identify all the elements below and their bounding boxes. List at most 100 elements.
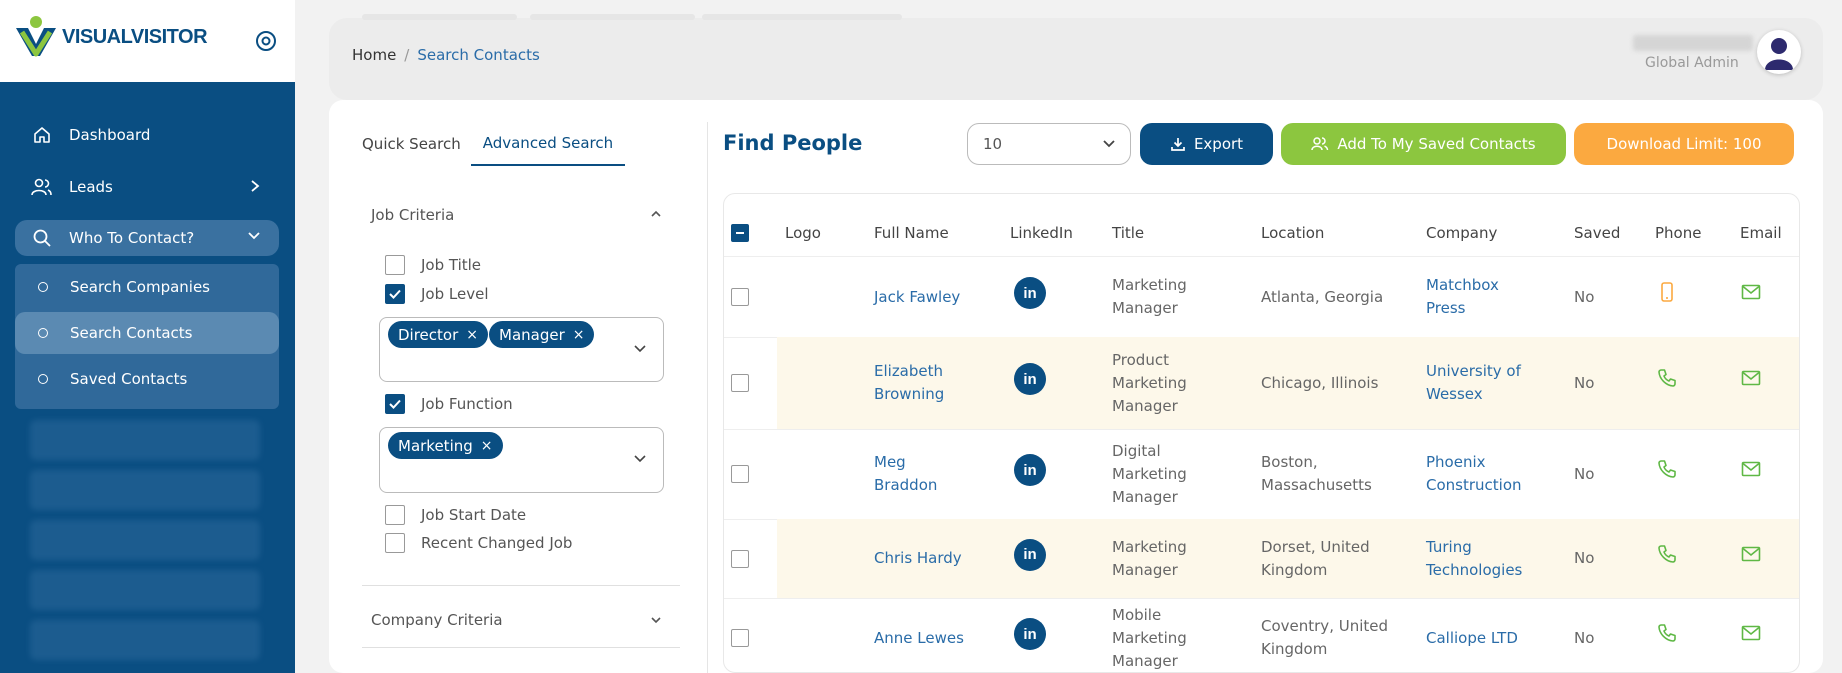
phone-icon[interactable] [1656,622,1678,644]
phone-icon[interactable] [1656,458,1678,480]
email-icon[interactable] [1740,543,1762,565]
logo[interactable]: VISUALVISITOR [14,14,208,60]
page-size-select[interactable]: 10 [967,123,1131,165]
company-link[interactable]: Matchbox Press [1426,274,1499,320]
column-header-company[interactable]: Company [1426,224,1497,242]
remove-tag-icon[interactable]: × [466,327,478,343]
linkedin-icon[interactable]: in [1014,618,1046,650]
full-name-link[interactable]: Jack Fawley [874,286,960,309]
blurred-nav-item[interactable] [30,420,260,460]
column-header-linkedin[interactable]: LinkedIn [1010,224,1073,242]
remove-tag-icon[interactable]: × [481,438,493,454]
job-function-checkbox[interactable] [385,394,405,414]
email-icon[interactable] [1740,622,1762,644]
submenu-item-search-contacts[interactable]: Search Contacts [15,312,279,354]
location-cell: Chicago, Illinois [1261,373,1379,392]
sidebar-item-dashboard[interactable]: Dashboard [15,117,279,153]
column-header-title[interactable]: Title [1112,224,1144,242]
row-checkbox[interactable] [731,629,749,647]
linkedin-icon[interactable]: in [1014,538,1046,571]
avatar[interactable] [1757,30,1801,74]
email-icon[interactable] [1740,367,1762,389]
tab-quick-search[interactable]: Quick Search [352,122,471,166]
company-link[interactable]: University of Wessex [1426,360,1521,406]
bullet-icon [38,374,48,384]
collapse-sidebar-icon[interactable] [253,28,279,54]
recent-changed-job-option[interactable]: Recent Changed Job [385,533,572,553]
row-checkbox[interactable] [731,549,749,568]
saved-cell: No [1574,464,1595,483]
full-name-link[interactable]: Elizabeth Browning [874,360,944,406]
job-title-label: Job Title [421,256,482,274]
job-start-date-option[interactable]: Job Start Date [385,505,526,525]
tab-advanced-search[interactable]: Advanced Search [470,122,626,166]
export-button[interactable]: Export [1140,123,1273,165]
email-icon[interactable] [1740,281,1762,303]
download-limit-button[interactable]: Download Limit: 100 [1574,123,1794,165]
job-level-checkbox[interactable] [385,284,405,304]
job-function-option[interactable]: Job Function [385,394,513,414]
company-link[interactable]: Calliope LTD [1426,627,1518,650]
phone-icon[interactable] [1656,367,1678,389]
company-link[interactable]: Phoenix Construction [1426,451,1522,497]
row-checkbox[interactable] [731,374,749,392]
blurred-nav-item[interactable] [30,520,260,560]
row-checkbox[interactable] [731,465,749,483]
submenu-item-search-companies[interactable]: Search Companies [15,266,279,308]
sidebar-item-leads[interactable]: Leads [15,169,279,205]
add-to-saved-contacts-button[interactable]: Add To My Saved Contacts [1281,123,1566,165]
chevron-down-icon[interactable] [633,344,647,354]
company-criteria-header[interactable]: Company Criteria [371,611,503,629]
column-header-email[interactable]: Email [1740,224,1782,242]
row-checkbox[interactable] [731,288,749,306]
chevron-right-icon [251,180,260,192]
saved-cell: No [1574,287,1595,306]
mobile-phone-icon[interactable] [1656,281,1678,303]
full-name-link[interactable]: Anne Lewes [874,627,964,650]
column-header-saved[interactable]: Saved [1574,224,1620,242]
linkedin-icon[interactable]: in [1014,454,1046,486]
sidebar-item-who-to-contact[interactable]: Who To Contact? [15,220,279,256]
search-icon [31,227,53,249]
column-header-logo[interactable]: Logo [785,224,821,242]
sidebar-item-label: Leads [69,178,113,196]
divider [362,647,680,648]
table-row: Chris Hardy in Marketing Manager Dorset, Uni… [724,519,1799,598]
logo-text-part2: VISITOR [130,25,208,48]
chevron-down-icon[interactable] [650,615,662,625]
remove-tag-icon[interactable]: × [573,327,585,343]
company-link[interactable]: Turing Technologies [1426,536,1522,582]
linkedin-icon[interactable]: in [1014,363,1046,395]
blurred-nav-item[interactable] [30,570,260,610]
blurred-nav-item[interactable] [30,620,260,660]
job-function-select[interactable]: Marketing × [379,427,664,493]
check-icon [389,289,401,299]
submenu-item-saved-contacts[interactable]: Saved Contacts [15,358,279,400]
breadcrumb: Home / Search Contacts [352,46,540,64]
breadcrumb-home[interactable]: Home [352,46,396,64]
column-header-phone[interactable]: Phone [1655,224,1701,242]
recent-changed-job-checkbox[interactable] [385,533,405,553]
chevron-up-icon[interactable] [650,209,662,219]
user-avatar-icon [1765,38,1793,70]
job-criteria-header[interactable]: Job Criteria [371,206,454,224]
blurred-nav-item[interactable] [30,470,260,510]
job-level-select[interactable]: Director × Manager × [379,317,664,382]
email-icon[interactable] [1740,458,1762,480]
select-all-checkbox[interactable] [731,224,749,242]
job-level-option[interactable]: Job Level [385,284,489,304]
tag-label: Manager [499,325,565,344]
linkedin-icon[interactable]: in [1014,277,1046,309]
chevron-down-icon[interactable] [633,454,647,464]
panel-divider [707,122,708,673]
column-header-full-name[interactable]: Full Name [874,224,949,242]
full-name-link[interactable]: Chris Hardy [874,547,962,570]
job-title-checkbox[interactable] [385,255,405,275]
home-icon [31,124,53,146]
full-name-link[interactable]: Meg Braddon [874,451,937,497]
phone-icon[interactable] [1656,543,1678,565]
column-header-location[interactable]: Location [1261,224,1324,242]
job-title-option[interactable]: Job Title [385,255,481,275]
logo-mark-icon [16,16,56,57]
job-start-date-checkbox[interactable] [385,505,405,525]
